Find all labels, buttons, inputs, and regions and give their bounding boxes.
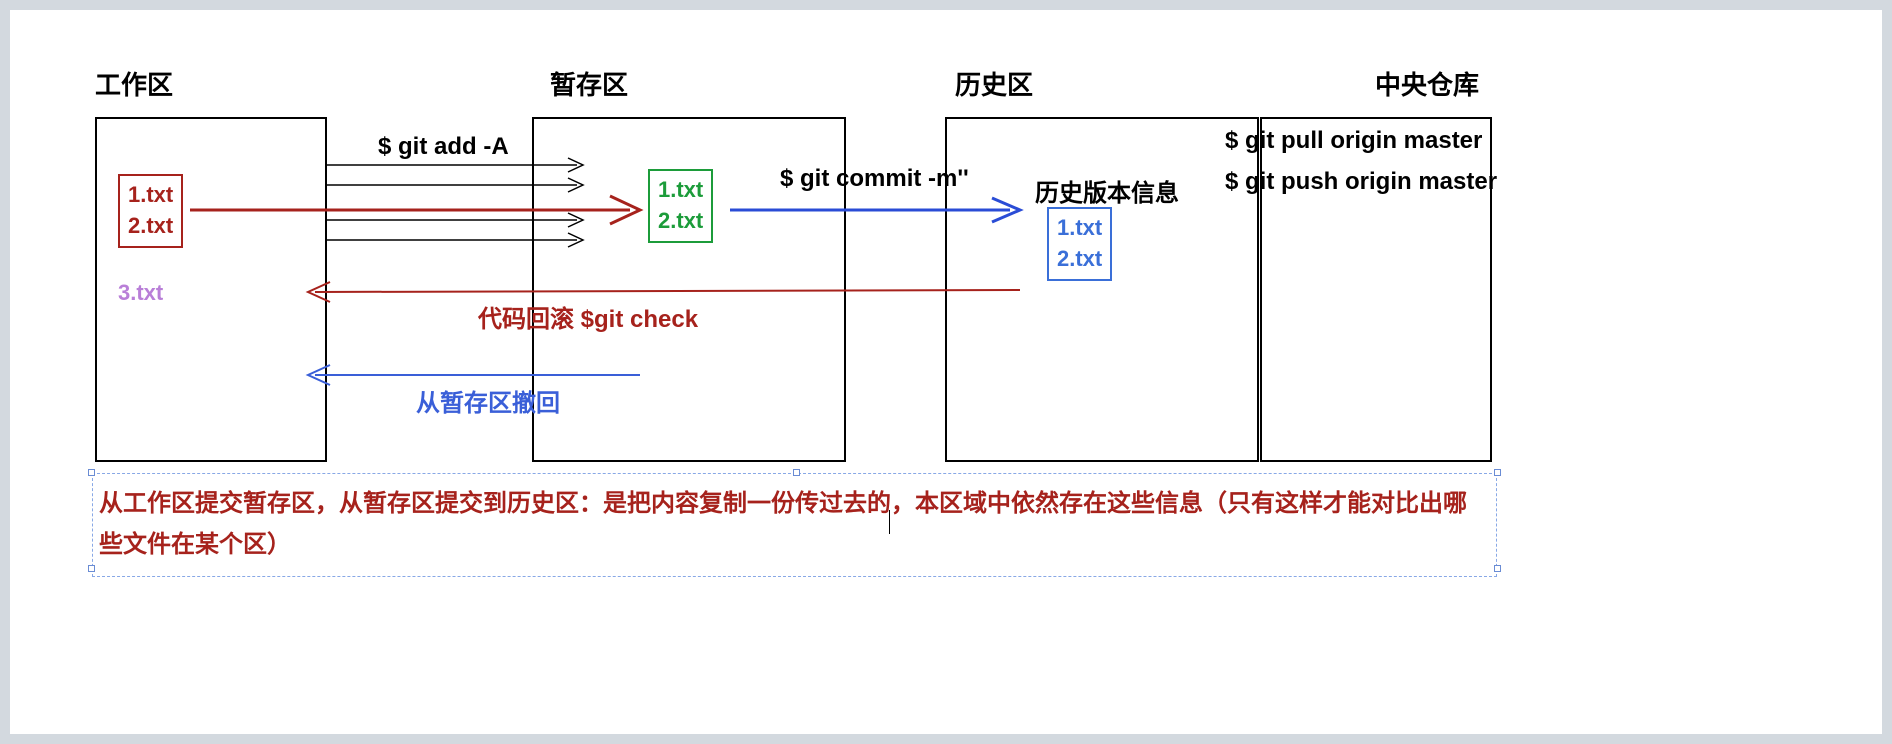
cmd-git-add: $ git add -A [378, 133, 509, 161]
cmd-git-pull: $ git pull origin master [1225, 127, 1482, 155]
history-files-box: 1.txt 2.txt [1047, 207, 1112, 281]
area-history [945, 117, 1259, 462]
title-stage: 暂存区 [550, 65, 628, 102]
title-work: 工作区 [95, 65, 173, 102]
work-file-1: 1.txt [128, 180, 173, 211]
history-file-1: 1.txt [1057, 213, 1102, 244]
history-label: 历史版本信息 [1035, 173, 1179, 208]
work-files-box: 1.txt 2.txt [118, 174, 183, 248]
work-file-3: 3.txt [118, 280, 163, 306]
stage-file-2: 2.txt [658, 206, 703, 237]
cmd-git-commit: $ git commit -m'' [780, 165, 969, 193]
cmd-git-push: $ git push origin master [1225, 168, 1497, 196]
selection-handle[interactable] [1494, 565, 1501, 572]
footnote-box[interactable]: 从工作区提交暂存区，从暂存区提交到历史区：是把内容复制一份传过去的，本区域中依然… [92, 473, 1497, 577]
selection-handle[interactable] [88, 565, 95, 572]
cmd-git-checkout: 代码回滚 $git check [478, 299, 698, 334]
title-history: 历史区 [955, 65, 1033, 102]
selection-handle[interactable] [1494, 469, 1501, 476]
cmd-unstage: 从暂存区撤回 [416, 383, 560, 418]
selection-handle[interactable] [88, 469, 95, 476]
title-central: 中央仓库 [1375, 65, 1479, 102]
stage-file-1: 1.txt [658, 175, 703, 206]
selection-handle[interactable] [793, 469, 800, 476]
work-file-2: 2.txt [128, 211, 173, 242]
footnote-text: 从工作区提交暂存区，从暂存区提交到历史区：是把内容复制一份传过去的，本区域中依然… [99, 490, 1467, 558]
diagram-canvas: 工作区 暂存区 历史区 中央仓库 1.txt 2.txt 3.txt 1.txt… [10, 10, 1882, 734]
text-cursor [889, 510, 890, 534]
stage-files-box: 1.txt 2.txt [648, 169, 713, 243]
history-file-2: 2.txt [1057, 244, 1102, 275]
